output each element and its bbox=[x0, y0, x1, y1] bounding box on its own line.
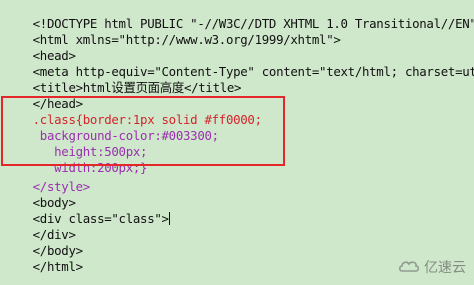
watermark-text: 亿速云 bbox=[424, 260, 466, 276]
code-line-3: <head> bbox=[4, 32, 76, 63]
watermark: 亿速云 bbox=[398, 257, 466, 277]
text-cursor bbox=[168, 212, 170, 225]
code-line-15: </body> bbox=[4, 227, 83, 258]
code-line-2: <html xmlns="http://www.w3.org/1999/xhtm… bbox=[4, 16, 341, 47]
code-line-5: <title>html设置页面高度</title> bbox=[4, 64, 242, 95]
line-16-text: </html> bbox=[32, 259, 83, 274]
line-2-text: <html xmlns="http://www.w3.org/1999/xhtm… bbox=[32, 32, 341, 47]
code-line-12: <body> bbox=[4, 179, 76, 210]
highlight-annotation-box bbox=[1, 96, 285, 166]
code-line-13: <div class="class"> bbox=[4, 195, 170, 226]
code-line-4: <meta http-equiv="Content-Type" content=… bbox=[4, 48, 474, 79]
code-line-6: </head> bbox=[4, 80, 83, 111]
cloud-logo-icon bbox=[398, 261, 420, 272]
code-line-14: </div> bbox=[4, 211, 76, 242]
code-editor[interactable]: <!DOCTYPE html PUBLIC "-//W3C//DTD XHTML… bbox=[0, 0, 474, 285]
code-line-16: </html> bbox=[4, 243, 83, 274]
code-line-1: <!DOCTYPE html PUBLIC "-//W3C//DTD XHTML… bbox=[4, 0, 474, 31]
